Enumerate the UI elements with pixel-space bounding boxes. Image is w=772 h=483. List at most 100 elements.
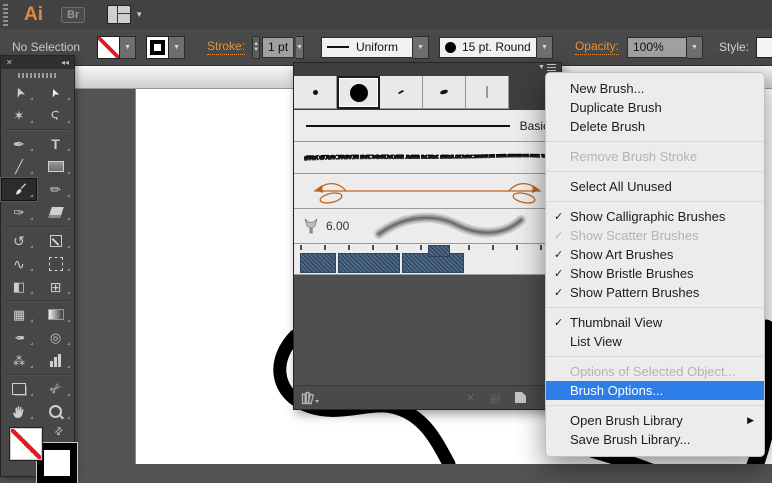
symbol-sprayer-tool[interactable]: ⁂ (1, 349, 37, 372)
new-brush-icon[interactable] (515, 392, 526, 403)
basic-brush-row[interactable]: Basic (294, 110, 561, 142)
width-tool[interactable]: ∿ (1, 252, 37, 275)
rotate-tool[interactable]: ↺ (1, 229, 37, 252)
perspective-grid-tool[interactable]: ⊞ (38, 275, 74, 298)
denim-pattern-brush-row[interactable] (294, 244, 561, 275)
menu-item-label: Select All Unused (570, 179, 754, 194)
close-icon[interactable]: ✕ (6, 59, 13, 67)
bristle-size-label: 6.00 (326, 219, 349, 233)
menu-item-show-calligraphic-brushes[interactable]: ✓Show Calligraphic Brushes (546, 207, 764, 226)
zoom-tool[interactable] (38, 400, 74, 423)
stroke-weight-input[interactable]: 1 pt (262, 37, 294, 58)
eraser-tool[interactable] (38, 201, 74, 224)
eyedropper-tool[interactable]: ✒ (1, 326, 37, 349)
chevron-down-icon[interactable]: ▼ (120, 36, 136, 59)
magic-wand-tool[interactable]: ✶ (1, 104, 37, 127)
menu-item-select-all-unused[interactable]: Select All Unused (546, 177, 764, 196)
menu-item-list-view[interactable]: List View (546, 332, 764, 351)
menu-item-new-brush[interactable]: New Brush... (546, 79, 764, 98)
brush-libraries-menu-icon[interactable] (301, 391, 319, 405)
calligraphic-brush-5[interactable] (466, 76, 509, 109)
chevron-down-icon[interactable]: ▼ (413, 36, 429, 59)
paintbrush-tool[interactable] (1, 178, 37, 201)
calligraphic-brush-4[interactable] (423, 76, 466, 109)
menu-item-brush-options[interactable]: Brush Options... (546, 381, 764, 400)
artboard-tool[interactable] (1, 377, 37, 400)
scale-tool[interactable] (38, 229, 74, 252)
stroke-label-link[interactable]: Stroke: (207, 39, 245, 55)
hand-tool[interactable] (1, 400, 37, 423)
style-dropdown[interactable]: ▼ (756, 37, 772, 58)
free-transform-tool[interactable] (38, 252, 74, 275)
stroke-indicator-swatch[interactable] (37, 443, 77, 483)
pen-tool[interactable]: ✒ (1, 132, 37, 155)
shape-builder-tool[interactable]: ◧ (1, 275, 37, 298)
blob-brush-tool[interactable]: ✑ (1, 201, 37, 224)
checkmark-icon: ✓ (554, 316, 570, 329)
mesh-tool[interactable]: ▦ (1, 303, 37, 326)
menu-item-label: Show Art Brushes (570, 247, 754, 262)
column-graph-tool[interactable] (38, 349, 74, 372)
menu-item-delete-brush[interactable]: Delete Brush (546, 117, 764, 136)
checkmark-icon: ✓ (554, 210, 570, 223)
arrow-art-brush-row[interactable] (294, 174, 561, 209)
menu-separator (546, 405, 764, 406)
direct-selection-tool[interactable]: ➤ (38, 81, 74, 104)
menu-separator (546, 356, 764, 357)
menu-item-show-pattern-brushes[interactable]: ✓Show Pattern Brushes (546, 283, 764, 302)
fill-indicator-swatch[interactable] (10, 428, 42, 460)
blend-tool-icon: ◎ (50, 331, 61, 344)
perspective-grid-tool-icon: ⊞ (50, 280, 62, 294)
calligraphic-brush-2[interactable] (337, 76, 380, 109)
style-swatch[interactable] (756, 37, 772, 58)
opacity-value[interactable]: 100% (627, 37, 687, 58)
checkmark-icon: ✓ (554, 267, 570, 280)
brushes-panel-footer: ✕▤ (294, 385, 561, 409)
charcoal-art-brush-row[interactable] (294, 142, 561, 174)
blend-tool[interactable]: ◎ (38, 326, 74, 349)
gradient-tool[interactable] (38, 303, 74, 326)
bridge-button[interactable]: Br (61, 7, 85, 23)
slice-tool[interactable]: ✄ (38, 377, 74, 400)
grip-handle-icon[interactable] (3, 4, 8, 26)
menu-item-thumbnail-view[interactable]: ✓Thumbnail View (546, 313, 764, 332)
selection-tool[interactable]: ➤ (1, 81, 37, 104)
bristle-brush-row[interactable]: 6.00 (294, 209, 561, 244)
stroke-weight-stepper[interactable]: ▲ ▼ (252, 36, 260, 59)
menu-item-label: Save Brush Library... (570, 432, 754, 447)
menu-item-show-art-brushes[interactable]: ✓Show Art Brushes (546, 245, 764, 264)
calligraphic-brushes-row (294, 76, 561, 110)
hand-tool-icon (11, 404, 27, 420)
menu-item-duplicate-brush[interactable]: Duplicate Brush (546, 98, 764, 117)
chevron-down-icon[interactable]: ▼ (169, 36, 185, 59)
collapse-panel-icon[interactable]: ◂◂ (61, 59, 69, 67)
brush-definition-dropdown[interactable]: 15 pt. Round ▼ (439, 36, 553, 59)
menu-item-remove-brush-stroke: Remove Brush Stroke (546, 147, 764, 166)
chevron-down-icon[interactable]: ▼ (687, 36, 703, 59)
stroke-swatch[interactable] (146, 36, 169, 59)
opacity-label-link[interactable]: Opacity: (575, 39, 619, 55)
variable-width-profile-dropdown[interactable]: Uniform ▼ (321, 36, 429, 59)
type-tool[interactable]: T (38, 132, 74, 155)
remove-brush-stroke-icon: ✕ (466, 392, 476, 404)
menu-item-show-bristle-brushes[interactable]: ✓Show Bristle Brushes (546, 264, 764, 283)
arrange-documents-button[interactable]: ▼ (107, 5, 143, 24)
line-segment-tool[interactable]: ╱ (1, 155, 37, 178)
rectangle-tool[interactable] (38, 155, 74, 178)
chevron-down-icon[interactable]: ▼ (537, 36, 553, 59)
stepper-down-icon[interactable]: ▼ (253, 47, 259, 53)
opacity-dropdown[interactable]: 100% ▼ (627, 36, 703, 59)
menu-item-save-brush-library[interactable]: Save Brush Library... (546, 430, 764, 449)
calligraphic-brush-1[interactable] (294, 76, 337, 109)
calligraphic-brush-3[interactable] (380, 76, 423, 109)
menu-separator (546, 307, 764, 308)
stroke-weight-dropdown-button[interactable]: ▼ (296, 36, 304, 59)
swap-fill-stroke-icon[interactable]: ⇄ (52, 425, 66, 439)
panel-grip-icon[interactable] (1, 69, 74, 81)
stroke-color-dropdown[interactable]: ▼ (146, 36, 185, 59)
lasso-tool[interactable]: Ϛ (38, 104, 74, 127)
fill-color-dropdown[interactable]: ▼ (97, 36, 136, 59)
menu-item-open-brush-library[interactable]: Open Brush Library▶ (546, 411, 764, 430)
fill-none-swatch[interactable] (97, 36, 120, 59)
pencil-tool[interactable]: ✏ (38, 178, 74, 201)
